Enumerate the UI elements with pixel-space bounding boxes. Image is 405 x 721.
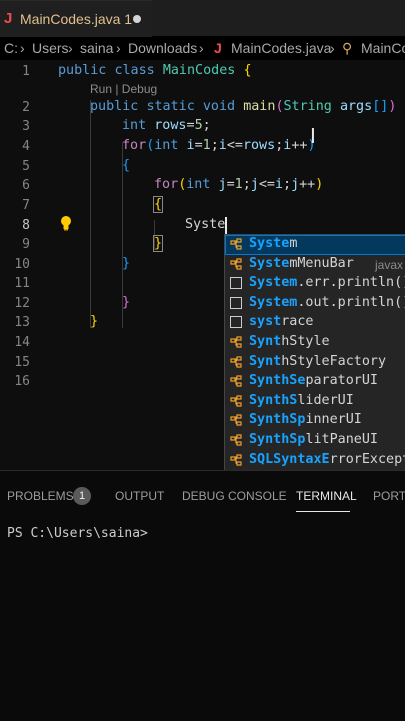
suggestion-label: systrace — [249, 314, 314, 330]
chevron-right-icon: › — [199, 40, 204, 56]
codelens-run-debug[interactable]: Run | Debug — [90, 82, 157, 96]
suggestion-label: SynthStyle — [249, 334, 330, 349]
lightbulb-icon[interactable] — [59, 215, 73, 235]
code-line-5: { — [122, 158, 131, 173]
class-icon — [229, 257, 243, 271]
breadcrumb-downloads[interactable]: Downloads — [128, 40, 197, 56]
suggestion-item[interactable]: System.out.println() — [225, 294, 405, 314]
snippet-icon — [229, 296, 243, 310]
chevron-right-icon: › — [116, 40, 121, 56]
code-line-9: } — [152, 235, 164, 252]
suggestion-item[interactable]: SQLSyntaxErrorExcept — [225, 451, 405, 471]
line-number: 4 — [22, 139, 30, 154]
tab-title: MainCodes.java 1 — [20, 11, 133, 27]
line-number: 10 — [14, 257, 30, 272]
code-line-10: } — [122, 256, 131, 271]
suggestion-item[interactable]: SynthSeparatorUI — [225, 372, 405, 392]
autocomplete-suggestions[interactable]: System SystemMenuBar javax System.err.print… — [224, 234, 405, 472]
code-line-6: for(int j=1;j<=i;j++) — [154, 177, 324, 192]
terminal-prompt[interactable]: PS C:\Users\saina> — [7, 526, 148, 541]
text-cursor — [225, 217, 227, 234]
suggestion-detail: javax — [375, 257, 404, 272]
breadcrumb-saina[interactable]: saina — [80, 40, 113, 56]
suggestion-item[interactable]: SynthSliderUI — [225, 392, 405, 412]
line-number: 12 — [14, 296, 30, 311]
bottom-panel: PROBLEMS 1 OUTPUT DEBUG CONSOLE TERMINAL… — [0, 470, 405, 721]
suggestion-label: SynthSplitPaneUI — [249, 432, 378, 447]
suggestion-label: SynthSliderUI — [249, 392, 354, 408]
chevron-right-icon: › — [20, 40, 25, 56]
problems-count-badge: 1 — [73, 487, 91, 505]
code-line-12: } — [122, 295, 131, 310]
line-number: 7 — [22, 198, 30, 213]
class-icon — [229, 355, 243, 369]
chevron-right-icon: › — [330, 40, 335, 56]
line-number-active: 8 — [22, 218, 30, 233]
suggestion-item[interactable]: SynthSpinnerUI — [225, 411, 405, 431]
breadcrumb-class[interactable]: MainCo — [361, 40, 405, 56]
breadcrumb-drive[interactable]: C: — [4, 40, 18, 56]
chevron-right-icon: › — [68, 40, 73, 56]
suggestion-item[interactable]: SystemMenuBar javax — [225, 255, 405, 275]
tab-output[interactable]: OUTPUT — [115, 489, 164, 503]
class-icon — [229, 237, 243, 251]
breadcrumb-file[interactable]: MainCodes.java — [231, 40, 331, 56]
suggestion-item[interactable]: System.err.println() — [225, 274, 405, 294]
line-number: 6 — [22, 178, 30, 193]
class-icon — [229, 453, 243, 467]
line-number: 3 — [22, 119, 30, 134]
editor-tab-bar: J MainCodes.java 1 — [0, 0, 405, 37]
class-icon — [229, 335, 243, 349]
code-line-13: } — [90, 314, 99, 329]
code-line-1: public class MainCodes { — [58, 63, 252, 78]
class-symbol-icon: ⚲ — [342, 40, 353, 56]
tab-problems[interactable]: PROBLEMS — [7, 489, 74, 503]
suggestion-item[interactable]: System — [225, 235, 405, 255]
line-number: 5 — [22, 159, 30, 174]
line-number: 13 — [14, 315, 30, 330]
line-number: 9 — [22, 237, 30, 252]
line-number: 11 — [14, 276, 30, 291]
unsaved-dot-icon[interactable] — [133, 15, 141, 23]
tab-terminal[interactable]: TERMINAL — [296, 489, 357, 503]
suggestion-item[interactable]: SynthSplitPaneUI — [225, 431, 405, 451]
tab-maincodes-java[interactable]: J MainCodes.java 1 — [0, 0, 152, 37]
tab-ports[interactable]: PORTS — [373, 489, 405, 503]
code-line-7: { — [152, 196, 164, 213]
snippet-icon — [229, 315, 243, 329]
line-number: 14 — [14, 335, 30, 350]
code-line-4: for(int i=1;i<=rows;i++) — [122, 138, 316, 153]
suggestion-label: SynthStyleFactory — [249, 353, 387, 369]
suggestion-label: SystemMenuBar — [249, 255, 354, 271]
active-tab-indicator — [296, 511, 350, 512]
class-icon — [229, 394, 243, 408]
class-icon — [229, 374, 243, 388]
suggestion-label: SynthSpinnerUI — [249, 412, 362, 428]
breadcrumb: C: › Users › saina › Downloads › J MainC… — [0, 38, 405, 60]
mouse-ibeam-icon: I — [310, 124, 316, 148]
suggestion-item[interactable]: systrace — [225, 313, 405, 333]
suggestion-label: System.out.println() — [249, 294, 405, 310]
java-file-icon: J — [214, 40, 222, 56]
code-line-3: int rows=5; — [122, 118, 211, 133]
snippet-icon — [229, 276, 243, 290]
suggestion-label: System — [249, 236, 298, 251]
line-number: 16 — [14, 374, 30, 389]
suggestion-label: System.err.println() — [249, 275, 405, 291]
class-icon — [229, 433, 243, 447]
breadcrumb-users[interactable]: Users — [32, 40, 69, 56]
line-number: 2 — [22, 100, 30, 115]
java-file-icon: J — [4, 10, 13, 27]
code-line-2: public static void main(String args[]) { — [90, 99, 405, 114]
tab-debug-console[interactable]: DEBUG CONSOLE — [182, 489, 287, 503]
class-icon — [229, 413, 243, 427]
line-number: 15 — [14, 355, 30, 370]
suggestion-item[interactable]: SynthStyleFactory — [225, 353, 405, 373]
code-line-8: Syste — [185, 217, 226, 232]
line-number: 1 — [22, 64, 30, 79]
suggestion-label: SynthSeparatorUI — [249, 373, 378, 389]
suggestion-item[interactable]: SynthStyle — [225, 333, 405, 353]
indent-guide — [90, 100, 91, 328]
suggestion-label: SQLSyntaxErrorExcept — [249, 451, 405, 467]
